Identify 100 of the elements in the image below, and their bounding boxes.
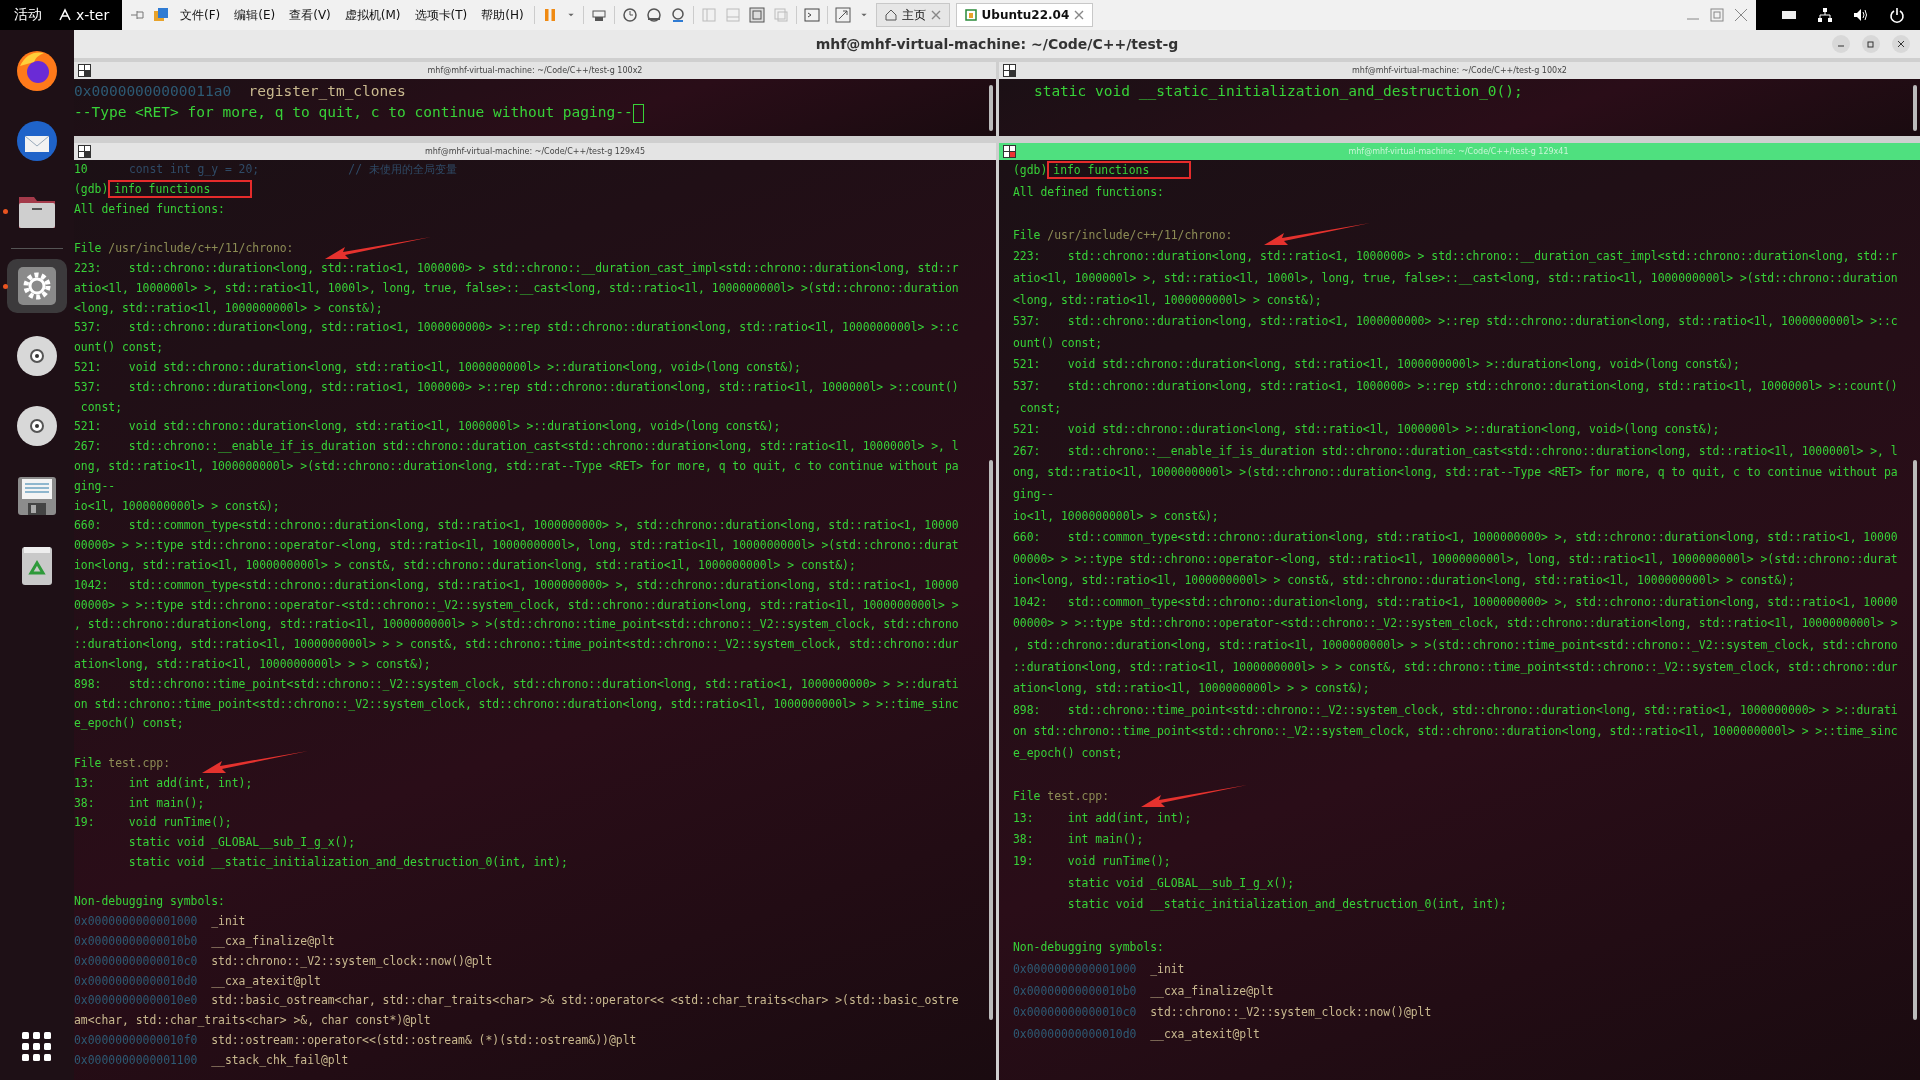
snapshot-icon[interactable] [620, 6, 639, 24]
app-grid-icon[interactable] [22, 1032, 52, 1062]
menu-item[interactable]: 帮助(H) [477, 4, 528, 26]
symbol-name: std::basic_ostream<char, std::char_traits<char> >& std::operator<< <std::char_traits<char> >(std::basic_ostre [211, 993, 959, 1008]
terminal-line: on std::chrono::time_point<std::chrono::_V2::system_clock, std::chrono::duration<long, std::ratio<1l, 1000000000l> > >::time_sinc [74, 695, 960, 713]
terminal-icon[interactable] [802, 6, 821, 24]
terminal-line: atio<1l, 1000000l> >, std::ratio<1l, 1000l>, long, true, false>::__cast<long, std::ratio<1l, 1000000000l> >(std::chrono::duration [1013, 269, 1899, 287]
menu-item[interactable]: 选项卡(T) [410, 4, 472, 26]
close-icon[interactable] [1732, 6, 1750, 24]
terminal-line: 00000> > >::type std::chrono::operator-<std::chrono::_V2::system_clock, std::chrono::duration<long, std::ratio<1l, 1000000000l> > [74, 596, 960, 614]
home-icon [884, 9, 897, 21]
menu-item[interactable]: 编辑(E) [230, 4, 280, 26]
terminal-line: 38: int main(); [74, 794, 206, 812]
symbol-name: __cxa_finalize@plt [211, 934, 335, 949]
pane-menu-icon[interactable] [1003, 145, 1016, 158]
pane-title: mhf@mhf-virtual-machine: ~/Code/C++/test-g 129x41 [1348, 147, 1569, 156]
terminal-line: ong, std::ratio<1l, 1000000000l> >(std::chrono::duration<long, std::rat--Type <RET> for more, q to quit, c to continue without pa [1013, 464, 1899, 482]
symbol-address: 0x00000000000010d0 [1013, 1026, 1137, 1041]
terminal-line: 660: std::common_type<std::chrono::duration<long, std::ratio<1, 1000000000> >, std::chrono::duration<long, std::ratio<1, 10000 [1013, 529, 1899, 547]
terminal-line: e_epoch() const; [1013, 745, 1124, 763]
file-path: /usr/include/c++/11/chrono: [1047, 227, 1233, 242]
code-comment: // 未使用的全局变量 [348, 162, 457, 176]
pane-menu-icon[interactable] [78, 64, 91, 77]
activities-button[interactable]: 活动 [0, 6, 58, 24]
symbol-address: 0x0000000000001000 [1013, 961, 1137, 976]
terminal-pane[interactable]: static void __static_initialization_and_destruction_0(); [999, 79, 1920, 136]
terminal-line: 223: std::chrono::duration<long, std::ratio<1, 1000000> > std::chrono::__duration_cast_impl<std::chrono::duration<long, std::r [74, 260, 960, 277]
menu-item[interactable]: 虚拟机(M) [340, 4, 405, 26]
symbol-name: __cxa_finalize@plt [1150, 983, 1274, 998]
symbol-address: 0x00000000000010f0 [74, 1033, 198, 1048]
scrollbar[interactable] [1913, 85, 1917, 131]
thumbnail-icon[interactable] [723, 6, 742, 24]
symbol-address: 0x00000000000010e0 [74, 993, 198, 1008]
pane-menu-icon[interactable] [1003, 64, 1016, 77]
terminal-line: io<1l, 1000000000l> > const&); [1013, 507, 1220, 525]
symbol-name: std::ostream::operator<<(std::ostream& (*)(std::ostream&))@plt [211, 1033, 637, 1048]
symbol-address: 0x00000000000010c0 [74, 953, 198, 968]
pane-title: mhf@mhf-virtual-machine: ~/Code/C++/test-g 100x2 [1352, 66, 1567, 75]
terminal-line: e_epoch() const; [74, 715, 185, 733]
scrollbar[interactable] [1913, 460, 1917, 1020]
pager-prompt: --Type <RET> for more, q to quit, c to continue without paging-- [74, 104, 633, 120]
terminal-line: ation<long, std::ratio<1l, 1000000000l> > > const&); [1013, 680, 1371, 698]
power-icon[interactable] [1888, 6, 1906, 24]
symbol-address: 0x00000000000010b0 [1013, 983, 1137, 998]
terminal-line: 00000> > >::type std::chrono::operator-<std::chrono::_V2::system_clock, std::chrono::duration<long, std::ratio<1l, 1000000000l> > [1013, 615, 1899, 633]
terminal-line: , std::chrono::duration<long, std::ratio<1l, 1000000000l> > >(std::chrono::time_point<std::chrono::_V2::system_clock, std::chrono [1013, 637, 1899, 655]
symbol-address: 0x00000000000010d0 [74, 973, 198, 988]
tab-close-icon[interactable] [1074, 10, 1085, 20]
terminal-line: 521: void std::chrono::duration<long, std::ratio<1l, 1000000000l> >::duration<long, void>(long const&); [1013, 356, 1741, 374]
tab-close-icon[interactable] [930, 10, 941, 20]
library-icon[interactable] [152, 6, 170, 24]
app-name[interactable]: x-ter [76, 7, 110, 23]
fullscreen-icon[interactable] [747, 6, 766, 24]
terminal-pane[interactable] [74, 160, 996, 1080]
terminal-line: atio<1l, 1000000l> >, std::ratio<1l, 1000l>, long, true, false>::__cast<long, std::ratio<1l, 1000000000l> >(std::chrono::duration [74, 279, 960, 297]
network-icon[interactable] [1816, 6, 1834, 24]
revert-icon[interactable] [644, 6, 663, 24]
symbol-name: __stack_chk_fail@plt [211, 1052, 349, 1067]
terminal-line: ::duration<long, std::ratio<1l, 1000000000l> > > const&, std::chrono::time_point<std::chrono::_V2::system_clock, std::chrono::dur [1013, 658, 1899, 676]
highlighted-command: info functions [108, 179, 253, 198]
file-label: File [1013, 789, 1041, 804]
scrollbar[interactable] [989, 460, 993, 1020]
terminal-pane[interactable] [999, 160, 1920, 1080]
mail-icon [14, 118, 60, 164]
terminal-line: 537: std::chrono::duration<long, std::ratio<1, 1000000000> >::rep std::chrono::duration<long, std::ratio<1l, 1000000000l> >::c [1013, 313, 1899, 331]
terminal-line: Non-debugging symbols: [1013, 939, 1165, 957]
scrollbar[interactable] [989, 85, 993, 131]
stretch-icon[interactable] [833, 6, 852, 24]
terminal-line: ging-- [74, 477, 117, 495]
terminal-pane[interactable]: 0x00000000000011a0 register_tm_clones --Type <RET> for more, q to quit, c to continue without paging-- [74, 79, 996, 136]
symbol-name: register_tm_clones [248, 83, 406, 99]
menu-item[interactable]: 文件(F) [176, 4, 225, 26]
app-icon [58, 8, 72, 22]
pane-menu-icon[interactable] [78, 145, 91, 158]
terminal-line: static void _GLOBAL__sub_I_g_x(); [1066, 874, 1296, 892]
maximize-button[interactable] [1862, 35, 1880, 53]
pane-title: mhf@mhf-virtual-machine: ~/Code/C++/test-g 100x2 [427, 66, 643, 75]
terminal-line: 660: std::common_type<std::chrono::duration<long, std::ratio<1, 1000000000> >, std::chrono::duration<long, std::ratio<1, 10000 [74, 517, 960, 535]
terminal-line: 537: std::chrono::duration<long, std::ratio<1, 1000000000> >::rep std::chrono::duration<long, std::ratio<1l, 1000000000l> >::c [74, 319, 960, 337]
terminal-line: ion<long, std::ratio<1l, 1000000000l> > const&, std::chrono::duration<long, std::ratio<1l, 1000000000l> > const&); [74, 556, 857, 574]
terminal-line: 267: std::chrono::__enable_if_is_duration std::chrono::duration_cast<std::chrono::duration<long, std::ratio<1l, 1000000l> >, l [74, 438, 960, 456]
disc-icon [14, 403, 60, 449]
vm-tab[interactable]: Ubuntu22.04 [955, 3, 1094, 27]
minimize-button[interactable] [1832, 35, 1850, 53]
pane-title: mhf@mhf-virtual-machine: ~/Code/C++/test-g 129x45 [425, 147, 645, 156]
line-number: 10 [74, 162, 88, 176]
terminal-line: 898: std::chrono::time_point<std::chrono::_V2::system_clock, std::chrono::duration<long, std::ratio<1, 1000000000> > >::durati [1013, 701, 1899, 719]
terminal-line: Non-debugging symbols: [74, 893, 226, 911]
vm-tab[interactable]: 主页 [875, 3, 950, 27]
terminal-line: <long, std::ratio<1l, 1000000000l> > const&); [74, 299, 384, 317]
symbol-address: 0x00000000000010b0 [74, 934, 198, 949]
terminal-line: const; [79, 398, 123, 416]
terminal-line: static void _GLOBAL__sub_I_g_x(); [127, 834, 357, 852]
symbol-name: __cxa_atexit@plt [1150, 1026, 1260, 1041]
file-label: File [74, 241, 102, 256]
close-button[interactable] [1892, 35, 1910, 53]
close-icon [1897, 40, 1905, 48]
menu-item[interactable]: 查看(V) [285, 4, 335, 26]
terminal-line: io<1l, 1000000000l> > const&); [74, 497, 281, 515]
terminal-line: 537: std::chrono::duration<long, std::ratio<1, 1000000> >::rep std::chrono::duration<long, std::ratio<1l, 1000000l> >::count() [1013, 377, 1899, 395]
